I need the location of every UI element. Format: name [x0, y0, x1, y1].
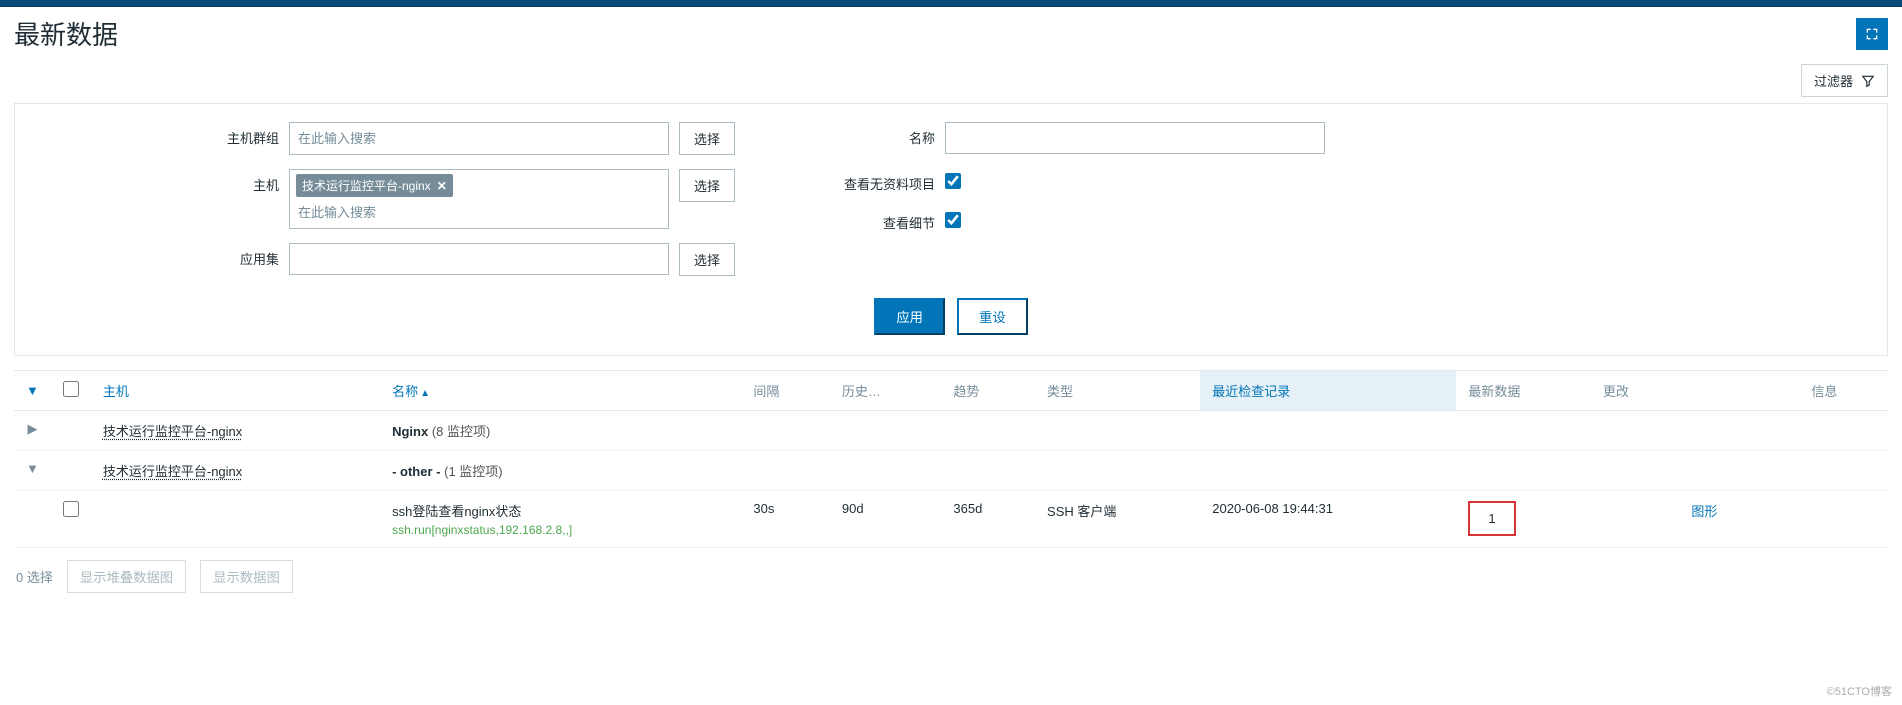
table-header-row: ▼ 主机 名称▲ 间隔 历史… 趋势 类型 最近检查记录 最新数据 更改 信息 [14, 371, 1888, 411]
apply-button[interactable]: 应用 [874, 298, 945, 335]
col-history: 历史… [830, 371, 942, 411]
watermark: ©51CTO博客 [1827, 683, 1892, 699]
fullscreen-button[interactable] [1856, 18, 1888, 50]
group-row: ▶ 技术运行监控平台-nginx Nginx (8 监控项) [14, 411, 1888, 451]
col-last-value: 最新数据 [1456, 371, 1591, 411]
item-type: SSH 客户端 [1035, 491, 1200, 548]
host-tag-remove-icon[interactable]: ✕ [437, 179, 447, 193]
app-select-button[interactable]: 选择 [679, 243, 735, 276]
col-info: 信息 [1799, 371, 1888, 411]
show-graph-button[interactable]: 显示数据图 [200, 560, 293, 593]
col-interval: 间隔 [741, 371, 830, 411]
show-no-data-checkbox[interactable] [945, 173, 961, 189]
filter-toggle-label: 过滤器 [1814, 71, 1853, 90]
page-title: 最新数据 [14, 15, 118, 52]
group-name: Nginx (8 监控项) [380, 411, 1888, 451]
selected-count: 0 选择 [16, 567, 53, 586]
group-expand-toggle[interactable]: ▶ [14, 411, 51, 451]
host-group-input[interactable] [289, 122, 669, 155]
filter-actions: 应用 重设 [39, 298, 1863, 335]
col-last-check[interactable]: 最近检查记录 [1200, 371, 1456, 411]
show-details-label: 查看细节 [795, 207, 935, 232]
item-name-cell: ssh登陆查看nginx状态 ssh.run[nginxstatus,192.1… [380, 491, 741, 548]
item-row: ssh登陆查看nginx状态 ssh.run[nginxstatus,192.1… [14, 491, 1888, 548]
top-nav-strip [0, 0, 1902, 7]
item-last-check: 2020-06-08 19:44:31 [1200, 491, 1456, 548]
filter-toggle-button[interactable]: 过滤器 [1801, 64, 1888, 97]
host-group-select-button[interactable]: 选择 [679, 122, 735, 155]
host-link[interactable]: 技术运行监控平台-nginx [103, 424, 242, 439]
col-type: 类型 [1035, 371, 1200, 411]
filter-panel: 主机群组 选择 主机 技术运行监控平台-nginx ✕ 选择 应用集 [14, 103, 1888, 356]
col-name[interactable]: 名称▲ [380, 371, 741, 411]
funnel-icon [1861, 74, 1875, 88]
host-group-label: 主机群组 [199, 122, 279, 147]
reset-button[interactable]: 重设 [957, 298, 1028, 335]
host-tag[interactable]: 技术运行监控平台-nginx ✕ [296, 174, 453, 197]
host-select-button[interactable]: 选择 [679, 169, 735, 202]
group-row: ▼ 技术运行监控平台-nginx - other - (1 监控项) [14, 451, 1888, 491]
filter-left-col: 主机群组 选择 主机 技术运行监控平台-nginx ✕ 选择 应用集 [199, 122, 735, 276]
item-trend: 365d [941, 491, 1035, 548]
group-expand-toggle[interactable]: ▼ [14, 451, 51, 491]
host-label: 主机 [199, 169, 279, 194]
page-header: 最新数据 [0, 7, 1902, 64]
expand-icon [1864, 26, 1880, 42]
sort-asc-icon: ▲ [420, 388, 430, 399]
item-history: 90d [830, 491, 942, 548]
host-search[interactable] [296, 201, 662, 224]
filter-right-col: 名称 查看无资料项目 查看细节 [795, 122, 1325, 276]
show-no-data-label: 查看无资料项目 [795, 168, 935, 193]
filter-toggle-bar: 过滤器 [0, 64, 1902, 103]
expand-all-toggle[interactable]: ▼ [14, 371, 51, 411]
item-change [1591, 491, 1680, 548]
host-link[interactable]: 技术运行监控平台-nginx [103, 464, 242, 479]
select-all-cell [51, 371, 91, 411]
row-checkbox[interactable] [63, 501, 79, 517]
application-input[interactable] [289, 243, 669, 275]
name-label: 名称 [795, 122, 935, 147]
select-all-checkbox[interactable] [63, 381, 79, 397]
show-details-checkbox[interactable] [945, 212, 961, 228]
name-input[interactable] [945, 122, 1325, 154]
item-key: ssh.run[nginxstatus,192.168.2.8,,] [392, 523, 729, 537]
show-stacked-graph-button[interactable]: 显示堆叠数据图 [67, 560, 186, 593]
group-name: - other - (1 监控项) [380, 451, 1888, 491]
app-label: 应用集 [199, 243, 279, 268]
host-group-search[interactable] [296, 127, 662, 150]
item-last-value: 1 [1468, 501, 1515, 536]
col-host[interactable]: 主机 [91, 371, 380, 411]
data-table: ▼ 主机 名称▲ 间隔 历史… 趋势 类型 最近检查记录 最新数据 更改 信息 … [14, 370, 1888, 548]
item-interval: 30s [741, 491, 830, 548]
host-tag-label: 技术运行监控平台-nginx [302, 177, 431, 194]
item-name: ssh登陆查看nginx状态 [392, 501, 729, 520]
table-footer: 0 选择 显示堆叠数据图 显示数据图 [0, 548, 1902, 601]
col-change: 更改 [1591, 371, 1680, 411]
col-trend: 趋势 [941, 371, 1035, 411]
host-input[interactable]: 技术运行监控平台-nginx ✕ [289, 169, 669, 229]
graph-link[interactable]: 图形 [1691, 504, 1717, 519]
